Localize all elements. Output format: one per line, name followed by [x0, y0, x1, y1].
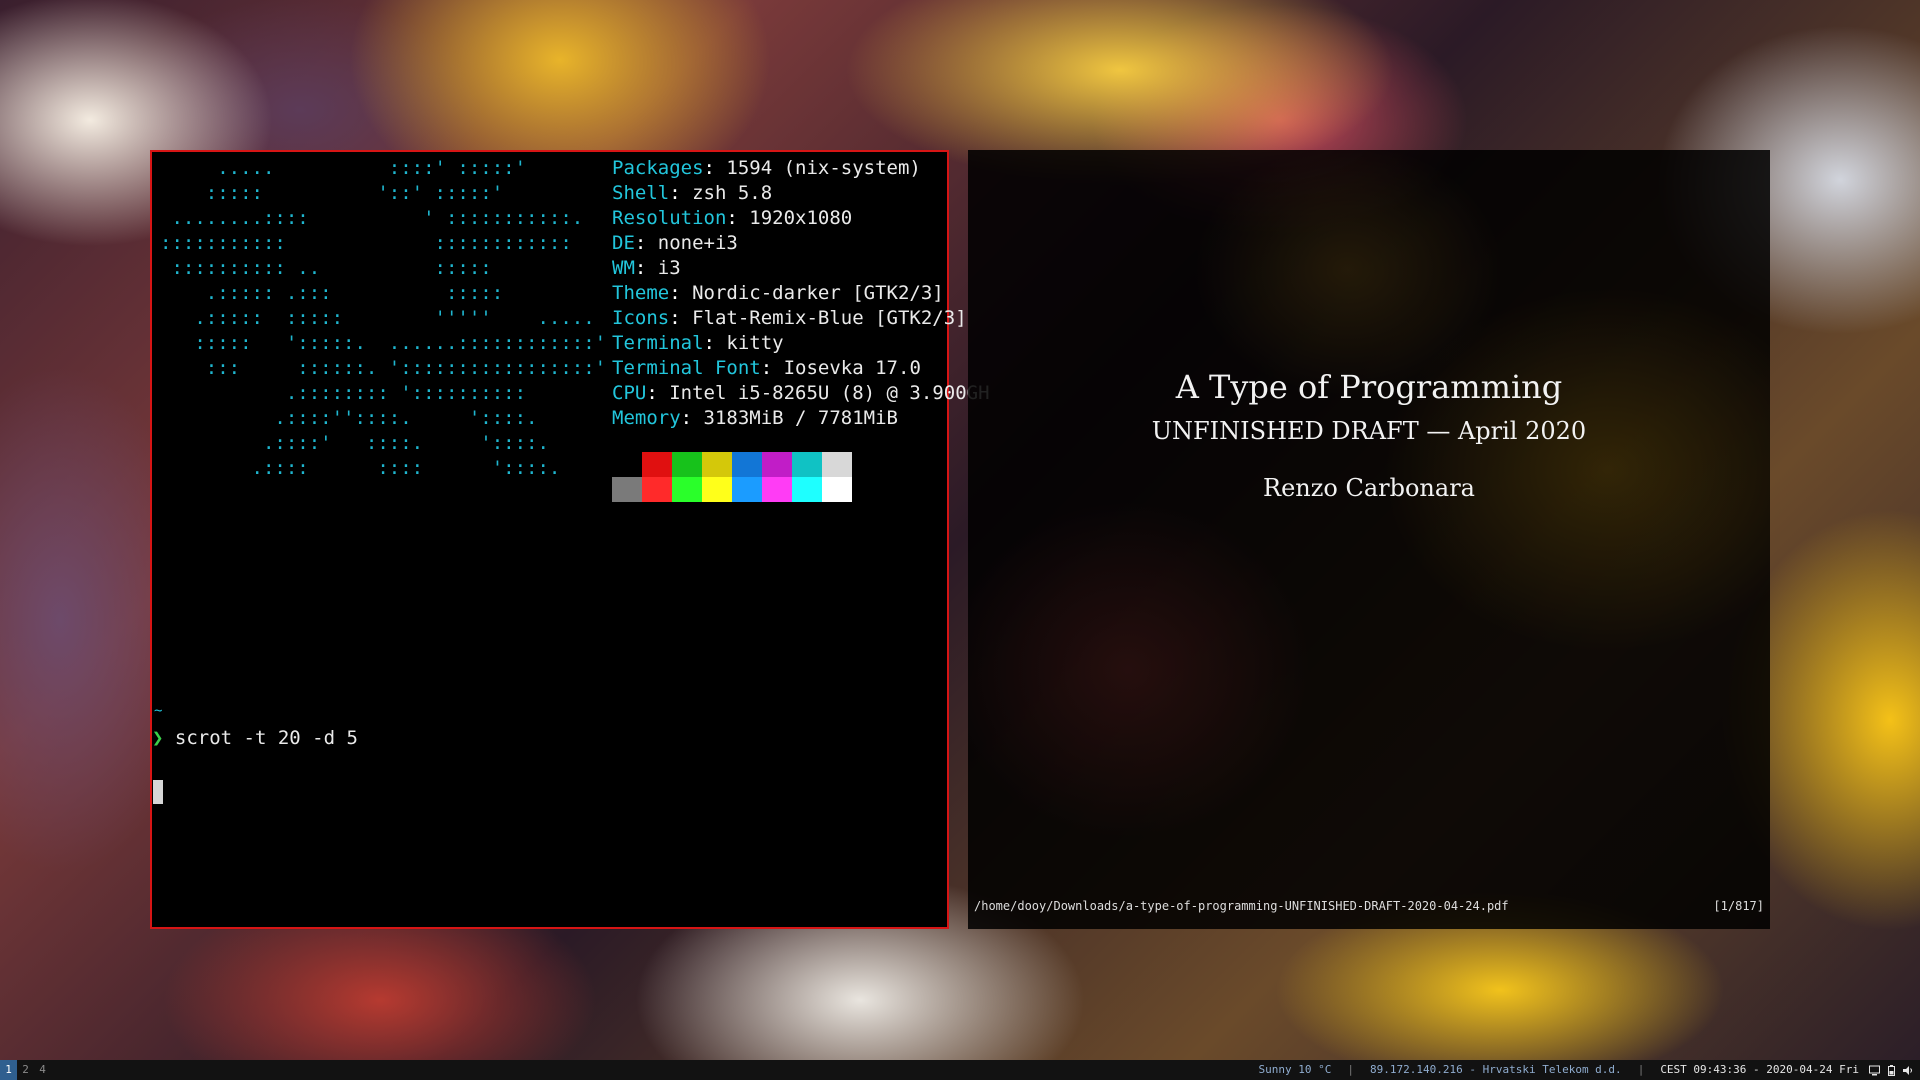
text-cursor	[153, 780, 163, 804]
color-swatch	[642, 452, 672, 477]
color-swatch	[642, 477, 672, 502]
monitor-icon[interactable]	[1869, 1065, 1880, 1076]
prompt-line: ❯ scrot -t 20 -d 5	[152, 726, 358, 751]
color-swatch	[672, 452, 702, 477]
prompt-symbol: ❯	[152, 727, 164, 749]
ip-status: 89.172.140.216 - Hrvatski Telekom d.d.	[1370, 1063, 1622, 1076]
color-swatch	[732, 452, 762, 477]
palette-row-dark	[612, 452, 852, 477]
color-swatch	[672, 477, 702, 502]
info-row-packages: Packages: 1594 (nix-system)	[612, 157, 921, 179]
page-indicator: [1/817]	[1713, 899, 1764, 913]
prompt-directory: ~	[154, 703, 163, 719]
document-title: A Type of Programming	[1175, 368, 1563, 406]
volume-icon[interactable]	[1903, 1065, 1914, 1076]
command-text: scrot -t 20 -d 5	[174, 727, 358, 749]
info-row-resolution: Resolution: 1920x1080	[612, 207, 853, 229]
datetime-status: CEST 09:43:36 - 2020-04-24 Fri	[1660, 1063, 1859, 1076]
document-subtitle: UNFINISHED DRAFT — April 2020	[1151, 417, 1587, 445]
workspace-list: 1 2 4	[0, 1060, 51, 1080]
status-blocks: Sunny 10 °C | 89.172.140.216 - Hrvatski …	[1259, 1060, 1914, 1080]
info-row-terminal-font: Terminal Font: Iosevka 17.0	[612, 357, 921, 379]
terminal-window[interactable]: ..... ::::' :::::' ::::: '::' :::::' ...…	[150, 150, 990, 929]
info-row-wm: WM: i3	[612, 257, 681, 279]
document-author: Renzo Carbonara	[1263, 474, 1475, 502]
system-info: Packages: 1594 (nix-system) Shell: zsh 5…	[612, 156, 990, 431]
workspace-button-1[interactable]: 1	[0, 1060, 17, 1080]
separator: |	[1637, 1063, 1645, 1076]
battery-icon[interactable]	[1886, 1064, 1897, 1076]
info-row-memory: Memory: 3183MiB / 7781MiB	[612, 407, 898, 429]
color-swatch	[762, 452, 792, 477]
pdf-viewer-window[interactable]: A Type of Programming UNFINISHED DRAFT —…	[968, 150, 1770, 929]
color-swatch	[792, 477, 822, 502]
color-swatch	[822, 477, 852, 502]
color-swatch	[702, 477, 732, 502]
palette-row-bright	[612, 477, 852, 502]
separator: |	[1347, 1063, 1355, 1076]
color-palette	[612, 452, 852, 502]
file-path: /home/dooy/Downloads/a-type-of-programmi…	[974, 899, 1509, 913]
system-tray	[1869, 1064, 1914, 1076]
color-swatch	[612, 452, 642, 477]
color-swatch	[612, 477, 642, 502]
color-swatch	[792, 452, 822, 477]
color-swatch	[822, 452, 852, 477]
info-row-de: DE: none+i3	[612, 232, 738, 254]
workspace-button-2[interactable]: 2	[17, 1060, 34, 1080]
nixos-ascii-logo: ..... ::::' :::::' ::::: '::' :::::' ...…	[160, 157, 607, 479]
color-swatch	[702, 452, 732, 477]
info-row-shell: Shell: zsh 5.8	[612, 182, 773, 204]
weather-status: Sunny 10 °C	[1258, 1063, 1332, 1076]
info-row-icons: Icons: Flat-Remix-Blue [GTK2/3]	[612, 307, 967, 329]
info-row-terminal: Terminal: kitty	[612, 332, 784, 354]
info-row-cpu: CPU: Intel i5-8265U (8) @ 3.900GH	[612, 382, 990, 404]
color-swatch	[762, 477, 792, 502]
i3-status-bar: 1 2 4 Sunny 10 °C | 89.172.140.216 - Hrv…	[0, 1060, 1920, 1080]
viewer-statusbar: /home/dooy/Downloads/a-type-of-programmi…	[974, 899, 1764, 913]
info-row-theme: Theme: Nordic-darker [GTK2/3]	[612, 282, 944, 304]
workspace-button-4[interactable]: 4	[34, 1060, 51, 1080]
color-swatch	[732, 477, 762, 502]
